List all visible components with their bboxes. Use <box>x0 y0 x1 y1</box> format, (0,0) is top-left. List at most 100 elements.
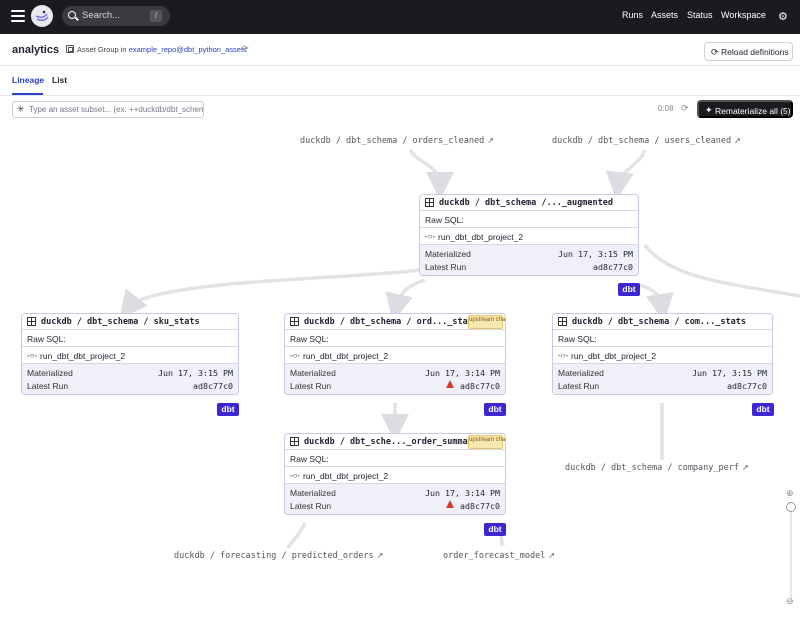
nav-workspace[interactable]: Workspace <box>721 10 766 20</box>
asset-orders-cleaned[interactable]: duckdb / dbt_schema / orders_cleaned ↗ <box>300 136 494 146</box>
latest-run-label: Latest Run <box>290 501 332 511</box>
edge-to-sku-stats <box>119 268 421 319</box>
materialized-time[interactable]: Jun 17, 3:15 PM <box>692 368 767 378</box>
asset-users-cleaned-label: duckdb / dbt_schema / users_cleaned <box>552 136 732 146</box>
op-icon: -○- <box>425 232 436 241</box>
materialized-label: Materialized <box>290 368 336 378</box>
zoom-slider-handle[interactable] <box>786 502 796 512</box>
asset-node-name: duckdb / dbt_schema / com..._stats <box>572 317 746 327</box>
op-name[interactable]: run_dbt_dbt_project_2 <box>571 351 656 361</box>
refresh-timer: 0:08 <box>658 104 674 113</box>
asset-node-sku-stats[interactable]: duckdb / dbt_schema / sku_stats Raw SQL:… <box>21 313 239 395</box>
latest-run-id[interactable]: ad8c77c0 <box>193 381 233 391</box>
asset-node-order-summary[interactable]: duckdb / dbt_sche..._order_summary upstre… <box>284 433 506 515</box>
latest-run-id[interactable]: ad8c77c0 <box>460 381 500 391</box>
page-header: analytics Asset Group in example_repo@db… <box>0 34 800 66</box>
asset-company-perf[interactable]: duckdb / dbt_schema / company_perf ↗ <box>565 463 749 473</box>
op-icon: -○- <box>558 351 569 360</box>
materialized-label: Materialized <box>290 488 336 498</box>
latest-run-id[interactable]: ad8c77c0 <box>593 262 633 272</box>
warning-icon <box>446 380 454 388</box>
edge-offscreen-right <box>643 243 800 298</box>
asset-subset-input[interactable]: ✳ Type an asset subset... (ex: ++duckdb/… <box>12 101 204 118</box>
asset-orders-cleaned-label: duckdb / dbt_schema / orders_cleaned <box>300 136 485 146</box>
gear-icon[interactable]: ⚙ <box>778 10 788 23</box>
open-in-new-icon[interactable]: ↗ <box>377 551 384 560</box>
open-in-new-icon[interactable]: ↗ <box>734 136 741 145</box>
copy-icon[interactable]: ⟳ <box>242 44 249 53</box>
op-name[interactable]: run_dbt_dbt_project_2 <box>303 471 388 481</box>
asset-group-info: Asset Group in example_repo@dbt_python_a… <box>77 45 247 54</box>
edge-to-order-stats <box>385 278 426 322</box>
asset-node-name: duckdb / dbt_schema / ord..._stats <box>304 317 478 327</box>
asset-order-forecast-model[interactable]: order_forecast_model ↗ <box>443 551 555 561</box>
asset-company-perf-label: duckdb / dbt_schema / company_perf <box>565 463 739 473</box>
zoom-track[interactable] <box>790 502 792 602</box>
asset-group-icon <box>66 45 74 53</box>
nav-runs[interactable]: Runs <box>622 10 643 20</box>
tab-list[interactable]: List <box>52 75 67 85</box>
op-icon: -○- <box>290 471 301 480</box>
raw-sql-label: Raw SQL: <box>425 215 464 225</box>
dbt-tag: dbt <box>752 403 774 416</box>
op-icon: -○- <box>27 351 38 360</box>
asset-group-link[interactable]: example_repo@dbt_python_assets <box>129 45 247 54</box>
search-placeholder: Search... <box>82 10 121 21</box>
materialized-time[interactable]: Jun 17, 3:15 PM <box>558 249 633 259</box>
asset-selection-icon: ✳ <box>17 104 25 114</box>
latest-run-label: Latest Run <box>27 381 69 391</box>
asset-users-cleaned[interactable]: duckdb / dbt_schema / users_cleaned ↗ <box>552 136 741 146</box>
edge-users-cleaned <box>605 149 647 200</box>
latest-run-label: Latest Run <box>558 381 600 391</box>
search-input[interactable]: Search... / <box>62 6 170 26</box>
materialized-label: Materialized <box>425 249 471 259</box>
reload-icon: ⟳ <box>711 47 719 57</box>
asset-node-order-stats[interactable]: duckdb / dbt_schema / ord..._stats upstre… <box>284 313 506 395</box>
refresh-icon[interactable]: ⟳ <box>681 103 689 114</box>
latest-run-id[interactable]: ad8c77c0 <box>727 381 767 391</box>
asset-subset-placeholder: Type an asset subset... (ex: ++duckdb/db… <box>29 105 204 114</box>
op-name[interactable]: run_dbt_dbt_project_2 <box>438 232 523 242</box>
reload-definitions-button[interactable]: ⟳ Reload definitions <box>704 42 793 61</box>
dbt-tag: dbt <box>484 523 506 536</box>
search-shortcut-key: / <box>150 10 162 22</box>
asset-node-name: duckdb / dbt_sche..._order_summary <box>304 437 478 447</box>
edge-to-predicted-orders <box>286 522 307 549</box>
open-in-new-icon[interactable]: ↗ <box>487 136 494 145</box>
asset-group-label: Asset Group in <box>77 45 127 54</box>
open-in-new-icon[interactable]: ↗ <box>548 551 555 560</box>
table-icon <box>27 317 36 326</box>
rematerialize-all-button[interactable]: ✦ Rematerialize all (5) <box>697 100 793 118</box>
upstream-changed-badge: upstream changed <box>468 435 505 449</box>
materialized-time[interactable]: Jun 17, 3:14 PM <box>425 488 500 498</box>
materialized-time[interactable]: Jun 17, 3:15 PM <box>158 368 233 378</box>
asset-node-company-stats[interactable]: duckdb / dbt_schema / com..._stats Raw S… <box>552 313 773 395</box>
op-name[interactable]: run_dbt_dbt_project_2 <box>40 351 125 361</box>
table-icon <box>425 198 434 207</box>
dbt-tag: dbt <box>217 403 239 416</box>
asset-predicted-orders-label: duckdb / forecasting / predicted_orders <box>174 551 374 561</box>
lineage-graph[interactable]: duckdb / dbt_schema / orders_cleaned ↗ du… <box>0 120 800 618</box>
op-icon: -○- <box>290 351 301 360</box>
zoom-in-icon[interactable]: ⊕ <box>786 488 794 499</box>
latest-run-id[interactable]: ad8c77c0 <box>460 501 500 511</box>
view-tabs: Lineage List <box>0 66 800 96</box>
materialized-time[interactable]: Jun 17, 3:14 PM <box>425 368 500 378</box>
asset-predicted-orders[interactable]: duckdb / forecasting / predicted_orders ↗ <box>174 551 383 561</box>
zoom-out-icon[interactable]: ⊖ <box>786 596 794 607</box>
edge-orders-cleaned <box>408 148 454 200</box>
nav-assets[interactable]: Assets <box>651 10 678 20</box>
raw-sql-label: Raw SQL: <box>290 334 329 344</box>
materialized-label: Materialized <box>27 368 73 378</box>
dagster-logo[interactable] <box>31 5 53 27</box>
dbt-tag: dbt <box>484 403 506 416</box>
tab-lineage[interactable]: Lineage <box>12 75 44 85</box>
raw-sql-label: Raw SQL: <box>290 454 329 464</box>
op-name[interactable]: run_dbt_dbt_project_2 <box>303 351 388 361</box>
nav-status[interactable]: Status <box>687 10 713 20</box>
open-in-new-icon[interactable]: ↗ <box>742 463 749 472</box>
table-icon <box>558 317 567 326</box>
asset-node-augmented[interactable]: duckdb / dbt_schema /..._augmented Raw S… <box>419 194 639 276</box>
edge-to-company-stats <box>639 283 674 322</box>
menu-icon[interactable] <box>11 10 25 22</box>
